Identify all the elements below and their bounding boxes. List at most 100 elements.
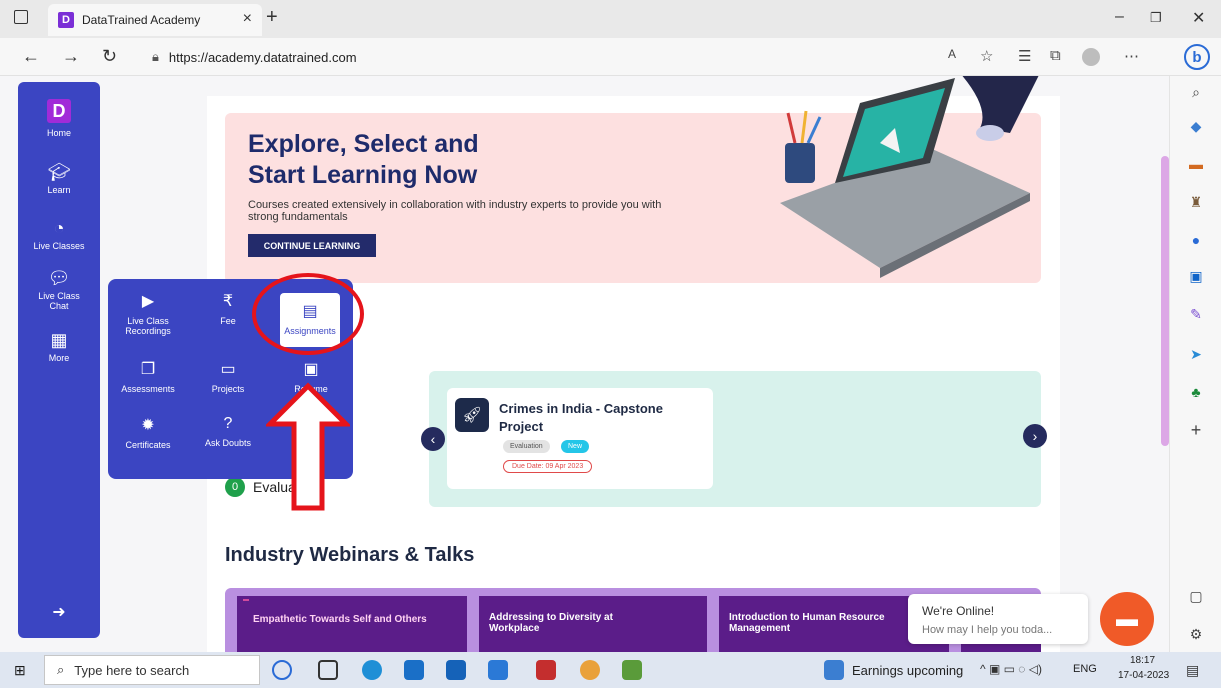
logout-icon[interactable]: ➜ <box>18 602 100 622</box>
assignment-card[interactable]: 🚀︎ Crimes in India - Capstone Project Ev… <box>447 388 713 489</box>
webinar-title: Introduction to Human Resource Managemen… <box>729 612 885 634</box>
language-indicator[interactable]: ENG <box>1073 663 1097 675</box>
chat-bubbles-icon: 💬︎ <box>47 268 71 288</box>
sidebar-item-label: More <box>48 353 70 363</box>
sidebar-item-live-classes[interactable]: ◔ Live Classes <box>18 218 100 251</box>
menu-item-live-class-recordings[interactable]: ▶ Live Class Recordings <box>110 291 186 336</box>
chat-icon: ▬ <box>1116 606 1138 631</box>
task-view-icon[interactable] <box>318 660 338 680</box>
search-placeholder: Type here to search <box>74 662 190 678</box>
evaluation-tag: Evaluation <box>503 440 550 453</box>
sidebar-item-label: Home <box>46 128 71 138</box>
sidebar-item-home[interactable]: Home <box>18 128 100 138</box>
hero-subtitle: Courses created extensively in collabora… <box>248 199 662 223</box>
browser-tab[interactable]: D DataTrained Academy × <box>48 4 262 36</box>
add-icon[interactable]: + <box>1186 420 1206 440</box>
webinar-card[interactable]: Addressing to Diversity at Workplace <box>479 596 707 652</box>
new-tab-button[interactable]: + <box>266 6 278 29</box>
windows-taskbar: ⊞ ⌕ Type here to search Earnings upcomin… <box>0 652 1221 688</box>
id-card-icon: ▣ <box>303 361 319 378</box>
file-explorer-icon[interactable] <box>404 660 424 680</box>
refresh-button[interactable]: ↻ <box>102 46 117 67</box>
assignment-title: Crimes in India - Capstone Project <box>499 401 663 434</box>
hero-banner: Explore, Select and Start Learning Now Co… <box>225 76 1041 283</box>
evaluated-count: 0 <box>225 477 245 497</box>
page-scrollbar[interactable] <box>1161 156 1169 446</box>
files-icon: ❐ <box>140 361 156 378</box>
image-app-icon[interactable] <box>622 660 642 680</box>
tools-icon[interactable]: ▬ <box>1186 154 1206 174</box>
search-icon: ⌕ <box>57 662 65 677</box>
designer-icon[interactable]: ✎ <box>1186 304 1206 324</box>
tab-title: DataTrained Academy <box>82 13 201 27</box>
sidebar-item-live-class-chat[interactable]: 💬︎ Live Class Chat <box>35 268 83 311</box>
chat-launcher-button[interactable]: ▬ <box>1100 592 1154 646</box>
favorite-star-icon[interactable]: ☆ <box>980 47 993 65</box>
news-weather-icon[interactable] <box>824 660 844 680</box>
highlight-arrow <box>266 382 350 511</box>
app-v-icon[interactable] <box>536 660 556 680</box>
edge-taskbar-icon[interactable] <box>362 660 382 680</box>
chrome-icon[interactable] <box>580 660 600 680</box>
play-circle-icon: ▶ <box>141 293 155 310</box>
menu-item-ask-doubts[interactable]: ? Ask Doubts <box>190 415 266 448</box>
notification-icon[interactable]: ▤ <box>1186 662 1199 679</box>
clock-date[interactable]: 17-04-2023 <box>1118 670 1169 681</box>
webinars-heading: Industry Webinars & Talks <box>225 544 475 566</box>
favorites-icon[interactable]: ☰ <box>1018 47 1031 65</box>
rocket-icon: 🚀︎ <box>455 398 489 432</box>
office-icon[interactable]: ● <box>1186 230 1206 250</box>
carousel-prev-button[interactable]: ‹ <box>421 427 445 451</box>
system-tray-icons[interactable]: ^ ▣ ▭ ◌ ◁) <box>980 662 1042 676</box>
close-tab-icon[interactable]: × <box>243 10 252 28</box>
back-button[interactable]: ← <box>22 46 40 67</box>
datatrained-logo[interactable]: D <box>47 99 71 123</box>
sidebar-item-label: Live Class Chat <box>38 291 80 311</box>
web-page: D Home 🎓︎ Learn ◔ Live Classes 💬︎ Live Clas… <box>0 76 1169 652</box>
carousel-next-button[interactable]: › <box>1023 424 1047 448</box>
mail-icon[interactable] <box>446 660 466 680</box>
taskbar-search[interactable]: ⌕ Type here to search <box>44 655 260 685</box>
webinar-card[interactable]: Empathetic Towards Self and Others <box>237 596 467 652</box>
search-icon[interactable]: ⌕ <box>1186 82 1206 102</box>
webinar-title: Addressing to Diversity at Workplace <box>489 612 613 634</box>
chat-prompt: How may I help you toda... <box>922 624 1053 636</box>
laptop-icon: ▭ <box>220 361 236 378</box>
sidebar-item-learn[interactable]: 🎓︎ Learn <box>18 162 100 195</box>
clock-time[interactable]: 18:17 <box>1130 655 1155 666</box>
news-widget-text[interactable]: Earnings upcoming <box>852 663 963 678</box>
lock-icon[interactable]: 🔒︎ <box>152 49 159 65</box>
webinar-date <box>243 599 249 601</box>
store-icon[interactable] <box>488 660 508 680</box>
minimize-button[interactable]: – <box>1115 8 1124 26</box>
sidebar-layout-icon[interactable]: ▢ <box>1186 586 1206 606</box>
menu-item-assessments[interactable]: ❐ Assessments <box>110 359 186 394</box>
restore-button[interactable]: ❐ <box>1150 10 1162 26</box>
more-options-icon[interactable]: ⋯ <box>1124 47 1139 65</box>
broadcast-icon: ◔ <box>53 218 65 238</box>
outlook-icon[interactable]: ▣ <box>1186 266 1206 286</box>
tree-icon[interactable]: ♣ <box>1186 382 1206 402</box>
shopping-tag-icon[interactable]: ◆ <box>1186 116 1206 136</box>
continue-learning-button[interactable]: CONTINUE LEARNING <box>248 234 376 257</box>
settings-gear-icon[interactable]: ⚙ <box>1186 624 1206 644</box>
badge-icon: ✹ <box>141 417 155 434</box>
sidebar-item-more[interactable]: ▦ More <box>18 330 100 363</box>
windows-start-icon[interactable]: ⊞ <box>14 662 26 679</box>
bing-chat-icon[interactable]: b <box>1184 44 1210 70</box>
collections-icon[interactable]: ⧉ <box>1050 47 1061 64</box>
grid-icon: ▦ <box>50 330 68 350</box>
games-icon[interactable]: ♜ <box>1186 192 1206 212</box>
bing-icon[interactable] <box>272 660 292 680</box>
profile-avatar[interactable] <box>1082 48 1100 66</box>
close-window-button[interactable]: ✕ <box>1192 8 1205 28</box>
app-sidebar: D Home 🎓︎ Learn ◔ Live Classes 💬︎ Live Clas… <box>18 82 100 638</box>
forward-button[interactable]: → <box>62 46 80 67</box>
tab-actions-icon[interactable] <box>14 10 28 24</box>
send-icon[interactable]: ➤ <box>1186 344 1206 364</box>
read-aloud-icon[interactable]: A <box>948 47 956 61</box>
favicon-icon: D <box>58 12 74 28</box>
chat-widget[interactable]: We're Online! How may I help you toda... <box>908 594 1088 644</box>
menu-item-certificates[interactable]: ✹ Certificates <box>110 415 186 450</box>
menu-item-projects[interactable]: ▭ Projects <box>190 359 266 394</box>
